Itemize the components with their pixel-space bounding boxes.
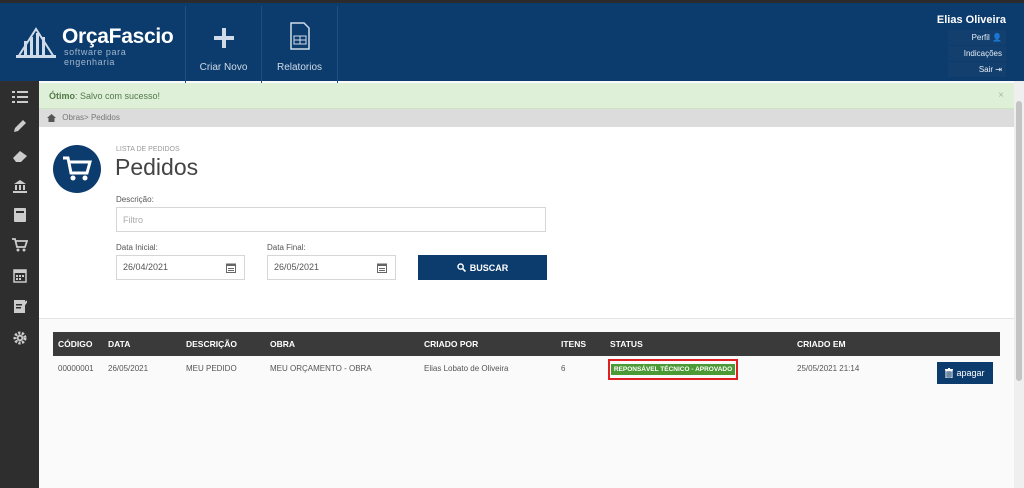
table-header: CÓDIGO DATA DESCRIÇÃO OBRA CRIADO POR IT…: [53, 332, 1000, 356]
sidebar-item-orders[interactable]: [10, 236, 30, 254]
clipboard-icon: [14, 300, 27, 313]
breadcrumb-pedidos: Pedidos: [90, 113, 120, 122]
start-date-label: Data Inicial:: [116, 243, 158, 252]
brand-tagline: software para engenharia: [64, 47, 127, 67]
chevron-right-icon: >: [84, 113, 89, 122]
nav-create-new[interactable]: Criar Novo: [185, 6, 261, 84]
calendar-icon: [13, 268, 27, 283]
cell-codigo: 00000001: [58, 364, 94, 373]
sidebar-item-list[interactable]: [10, 88, 30, 106]
calendar-icon[interactable]: [226, 263, 236, 273]
orders-table: CÓDIGO DATA DESCRIÇÃO OBRA CRIADO POR IT…: [39, 319, 1014, 488]
col-status[interactable]: STATUS: [610, 332, 643, 356]
sidebar-item-erase[interactable]: [10, 147, 30, 165]
col-data[interactable]: DATA: [108, 332, 130, 356]
col-criado-por[interactable]: CRIADO POR: [424, 332, 478, 356]
success-alert: Ótimo: Salvo com sucesso! ×: [39, 83, 1014, 109]
col-criado-em[interactable]: CRIADO EM: [797, 332, 846, 356]
report-icon: [289, 22, 310, 50]
search-button[interactable]: BUSCAR: [418, 255, 547, 280]
book-icon: [14, 208, 26, 222]
col-itens[interactable]: ITENS: [561, 332, 586, 356]
page-subtitle: LISTA DE PEDIDOS: [116, 146, 180, 153]
end-date-value: 26/05/2021: [274, 262, 320, 272]
start-date-value: 26/04/2021: [123, 262, 169, 272]
sidebar-item-edit[interactable]: [10, 117, 30, 135]
gear-icon: [13, 331, 27, 345]
filter-card: LISTA DE PEDIDOS Pedidos Descrição: Data…: [39, 127, 1014, 319]
page-title: Pedidos: [115, 154, 199, 180]
cell-data: 26/05/2021: [108, 364, 149, 373]
page-icon: [53, 145, 101, 193]
top-header: OrçaFascio software para engenharia Cria…: [0, 0, 1024, 84]
sidebar-item-schedule[interactable]: [10, 266, 30, 284]
sidebar-item-checklist[interactable]: [10, 297, 30, 315]
alert-close-button[interactable]: ×: [998, 83, 1004, 109]
page-scrollbar[interactable]: [1014, 81, 1024, 488]
delete-button[interactable]: apagar: [937, 362, 993, 384]
nav-reports-label: Relatorios: [276, 62, 323, 73]
bank-icon: [13, 180, 27, 193]
col-descricao[interactable]: DESCRIÇÃO: [186, 332, 237, 356]
user-menu: Elias Oliveira Perfil 👤 Indicações Sair …: [937, 14, 1006, 77]
sidebar-item-catalog[interactable]: [10, 206, 30, 224]
cart-icon: [63, 156, 92, 181]
alert-strong: Ótimo: [49, 91, 75, 101]
end-date-label: Data Final:: [267, 243, 306, 252]
logout-link[interactable]: Sair ⇥: [948, 62, 1006, 77]
calendar-icon[interactable]: [377, 263, 387, 273]
scrollbar-thumb[interactable]: [1016, 101, 1022, 381]
status-highlight: REPONSÁVEL TÉCNICO - APROVADO: [608, 359, 738, 380]
sidebar-item-finance[interactable]: [10, 177, 30, 195]
status-badge: REPONSÁVEL TÉCNICO - APROVADO: [610, 364, 736, 375]
breadcrumb-obras[interactable]: Obras: [62, 113, 84, 122]
cell-descricao: MEU PEDIDO: [186, 364, 237, 373]
alert-message: : Salvo com sucesso!: [75, 91, 161, 101]
sidebar-item-settings[interactable]: [10, 329, 30, 347]
col-codigo[interactable]: CÓDIGO: [58, 332, 92, 356]
sidebar: [0, 81, 39, 488]
eraser-icon: [13, 151, 27, 162]
search-button-label: BUSCAR: [469, 262, 509, 273]
nav-reports[interactable]: Relatorios: [261, 6, 338, 84]
description-label: Descrição:: [116, 195, 154, 204]
search-icon: [457, 263, 466, 272]
brand-name: OrçaFascio: [62, 25, 174, 48]
plus-icon: [213, 28, 234, 48]
logout-icon: ⇥: [995, 65, 1002, 74]
cell-obra: MEU ORÇAMENTO - OBRA: [270, 364, 372, 373]
user-name[interactable]: Elias Oliveira: [937, 14, 1006, 26]
brand-logo[interactable]: OrçaFascio software para engenharia: [14, 19, 174, 67]
nav-create-new-label: Criar Novo: [199, 62, 248, 73]
cart-icon: [12, 238, 28, 252]
end-date-input[interactable]: 26/05/2021: [267, 255, 396, 280]
cell-itens: 6: [561, 364, 566, 373]
home-icon[interactable]: [47, 113, 56, 122]
main-content: Ótimo: Salvo com sucesso! × Obras> Pedid…: [39, 81, 1014, 488]
cell-criado-em: 25/05/2021 21:14: [797, 364, 860, 373]
logo-icon: [16, 27, 56, 58]
trash-icon: [945, 368, 954, 378]
breadcrumb: Obras> Pedidos: [39, 109, 1014, 127]
cell-criado-por: Elias Lobato de Oliveira: [424, 364, 509, 373]
list-icon: [12, 91, 28, 103]
user-icon: 👤: [992, 33, 1002, 42]
delete-button-label: apagar: [956, 368, 985, 378]
referrals-link[interactable]: Indicações: [948, 46, 1006, 61]
table-row[interactable]: 00000001 26/05/2021 MEU PEDIDO MEU ORÇAM…: [53, 356, 1000, 392]
pencil-icon: [14, 120, 26, 132]
col-obra[interactable]: OBRA: [270, 332, 295, 356]
profile-link[interactable]: Perfil 👤: [948, 30, 1006, 45]
start-date-input[interactable]: 26/04/2021: [116, 255, 245, 280]
description-input[interactable]: [116, 207, 546, 232]
